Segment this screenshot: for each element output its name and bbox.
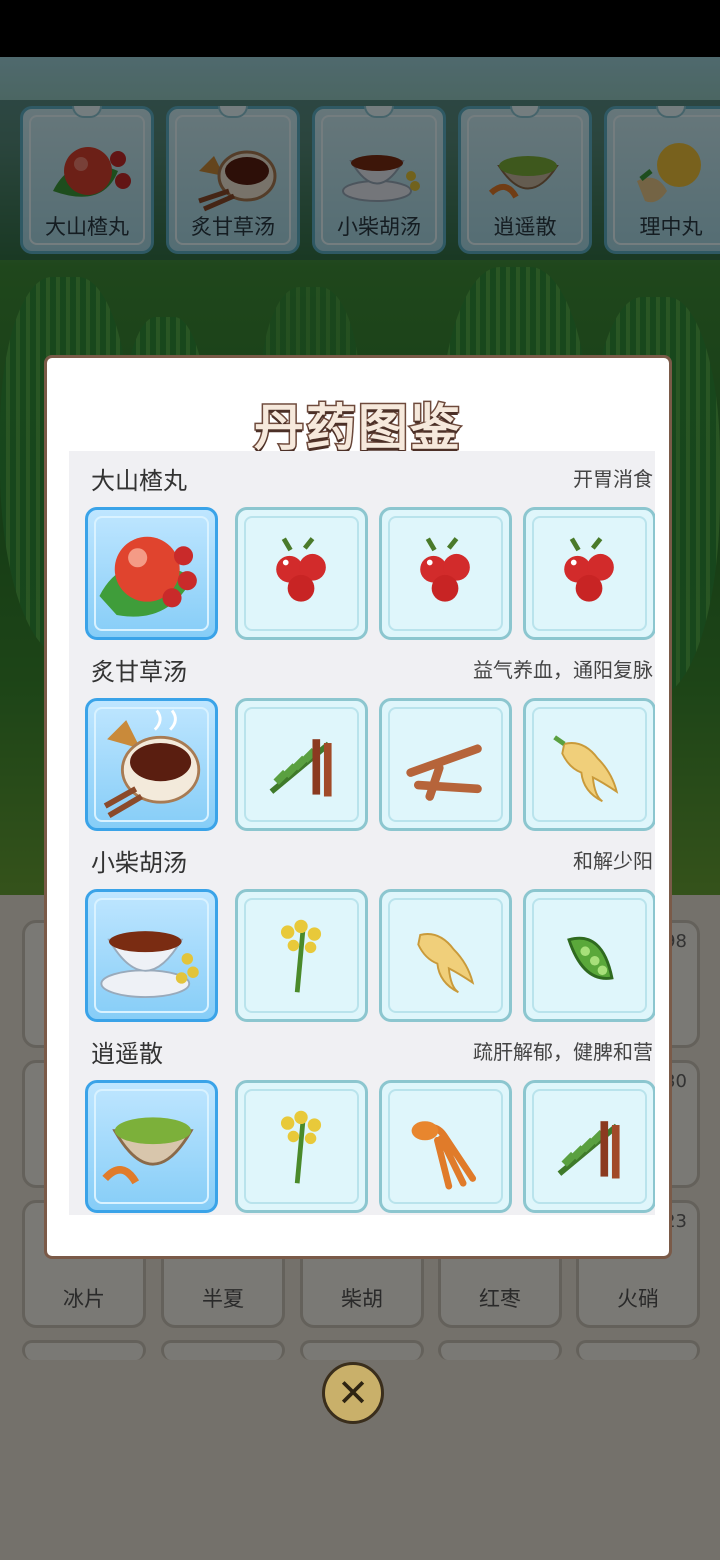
pill-encyclopedia-dialog: 丹药图鉴 大山楂丸 开胃消食 炙甘草汤 益气养血，通阳复脉 小柴胡汤 和解少阳 … (44, 355, 672, 1259)
ingredient-slot[interactable] (523, 1080, 655, 1213)
herb-bundle-icon (557, 1121, 620, 1179)
angelica-root-icon (411, 1121, 477, 1190)
ingredient-slot[interactable] (379, 507, 512, 640)
ingredient-slot[interactable] (523, 507, 655, 640)
recipe-effect: 疏肝解郁，健脾和营 (473, 1040, 653, 1064)
recipe-section: 炙甘草汤 益气养血，通阳复脉 (69, 642, 655, 833)
xiaoyao-powder-icon (102, 1117, 194, 1185)
recipe-name: 小柴胡汤 (91, 849, 187, 877)
ingredient-slot[interactable] (235, 889, 368, 1022)
close-button[interactable]: ✕ (322, 1362, 384, 1424)
bupleurum-flower-icon (280, 919, 322, 993)
recipe-effect: 和解少阳 (573, 849, 653, 873)
hawthorn-berry-icon (564, 537, 614, 602)
ginseng-root-icon (417, 933, 475, 994)
result-slot[interactable] (85, 698, 218, 831)
result-slot[interactable] (85, 1080, 218, 1213)
hawthorn-berry-icon (420, 537, 470, 602)
green-pod-icon (567, 936, 614, 980)
herb-bundle-icon (269, 739, 332, 797)
recipe-section: 逍遥散 疏肝解郁，健脾和营 (69, 1024, 655, 1215)
close-icon: ✕ (337, 1371, 369, 1415)
ingredient-slot[interactable] (523, 889, 655, 1022)
recipe-effect: 益气养血，通阳复脉 (473, 658, 653, 682)
ingredient-slot[interactable] (523, 698, 655, 831)
licorice-decoction-icon (103, 709, 201, 819)
ginseng-root-icon (553, 735, 619, 803)
ingredient-slot[interactable] (379, 889, 512, 1022)
recipe-effect: 开胃消食 (573, 467, 653, 491)
ingredient-slot[interactable] (379, 698, 512, 831)
recipe-section: 小柴胡汤 和解少阳 (69, 833, 655, 1024)
ingredient-slot[interactable] (235, 698, 368, 831)
bupleurum-flower-icon (280, 1110, 322, 1184)
dialog-title: 丹药图鉴 (253, 398, 462, 459)
recipe-name: 逍遥散 (91, 1040, 163, 1068)
ingredient-slot[interactable] (235, 507, 368, 640)
result-slot[interactable] (85, 507, 218, 640)
licorice-root-icon (406, 744, 482, 801)
recipe-section: 大山楂丸 开胃消食 (69, 451, 655, 642)
recipe-name: 大山楂丸 (91, 467, 187, 495)
recipe-name: 炙甘草汤 (91, 658, 187, 686)
hawthorn-berry-icon (276, 537, 326, 602)
result-slot[interactable] (85, 889, 218, 1022)
ingredient-slot[interactable] (379, 1080, 512, 1213)
status-bar (0, 0, 720, 57)
hawthorn-pill-icon (99, 536, 197, 617)
ingredient-slot[interactable] (235, 1080, 368, 1213)
recipe-list[interactable]: 大山楂丸 开胃消食 炙甘草汤 益气养血，通阳复脉 小柴胡汤 和解少阳 逍遥散 疏… (69, 451, 655, 1215)
bupleurum-decoction-icon (100, 931, 199, 998)
